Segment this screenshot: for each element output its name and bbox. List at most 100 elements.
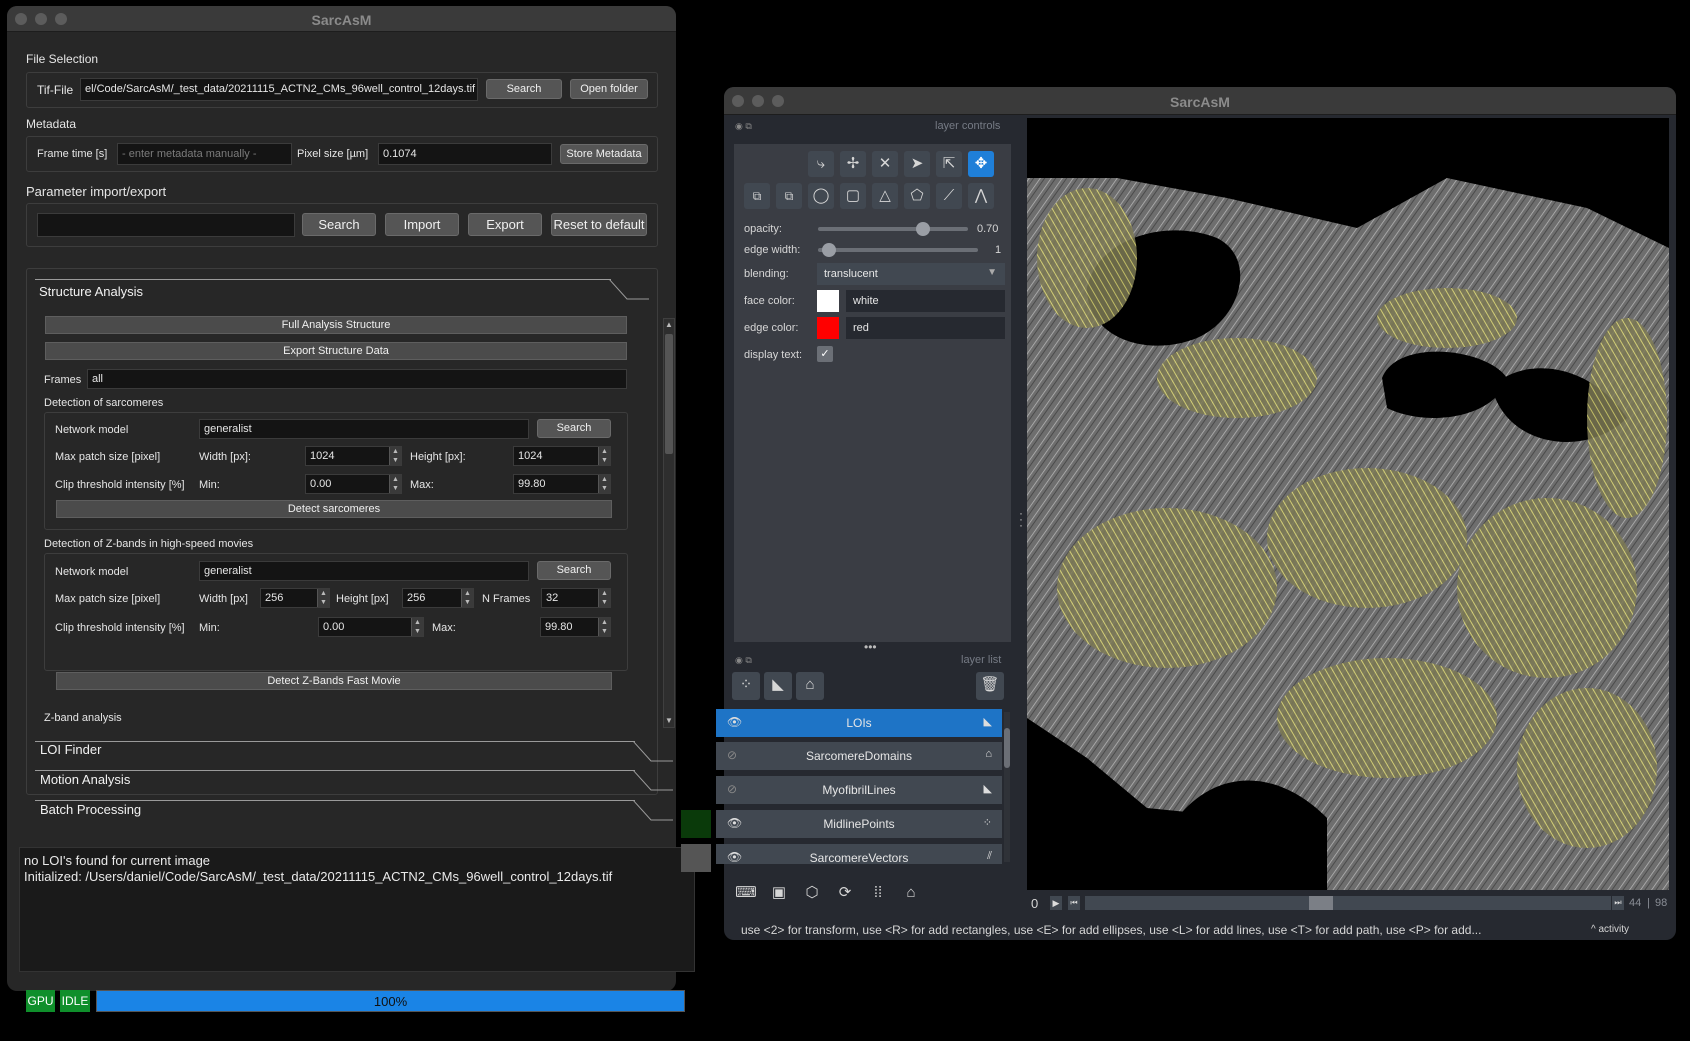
detect-sarcomeres-button[interactable]: Detect sarcomeres xyxy=(56,500,612,518)
console-icon[interactable]: ⌨ xyxy=(732,880,760,908)
move-back-icon[interactable]: ⧉ xyxy=(744,183,770,209)
remove-point-select-icon[interactable]: ⤷ xyxy=(808,151,834,177)
edge-width-slider[interactable] xyxy=(818,248,978,252)
move-front-icon[interactable]: ⧉ xyxy=(776,183,802,209)
path-icon[interactable]: ⋀ xyxy=(968,183,994,209)
home-icon[interactable]: ⌂ xyxy=(897,880,925,908)
ndisplay-2d-icon[interactable]: ▣ xyxy=(765,880,793,908)
spin-arrows-icon[interactable]: ▲ ▼ xyxy=(317,589,329,607)
layer-item-myofibril-lines[interactable]: ⊘ MyofibrilLines ◣ xyxy=(716,776,1002,804)
z-min-spinbox[interactable]: 0.00 ▲ ▼ xyxy=(318,617,424,637)
polygon-icon[interactable]: ⬠ xyxy=(904,183,930,209)
edge-color-input[interactable]: red xyxy=(846,317,1005,339)
layer-item-sarcomere-vectors[interactable]: 👁 SarcomereVectors ⫽ xyxy=(716,844,1002,865)
param-import-button[interactable]: Import xyxy=(385,213,459,236)
z-network-model-input[interactable]: generalist xyxy=(199,561,529,581)
frame-slider-handle[interactable] xyxy=(1309,896,1334,910)
face-color-swatch[interactable] xyxy=(817,290,839,312)
image-canvas[interactable] xyxy=(1027,118,1669,890)
spin-arrows-icon[interactable]: ▲ ▼ xyxy=(598,589,610,607)
frame-slider[interactable] xyxy=(1085,896,1611,910)
param-search-button[interactable]: Search xyxy=(302,213,376,236)
ellipse-icon[interactable]: ◯ xyxy=(808,183,834,209)
triangle-icon[interactable]: △ xyxy=(872,183,898,209)
layer-item-midline-points[interactable]: 👁 MidlinePoints ⁘ xyxy=(716,810,1002,838)
export-structure-data-button[interactable]: Export Structure Data xyxy=(45,342,627,360)
face-color-input[interactable]: white xyxy=(846,290,1005,312)
spin-arrows-icon[interactable]: ▲ ▼ xyxy=(461,589,473,607)
z-max-spinbox[interactable]: 99.80 ▲ ▼ xyxy=(540,617,611,637)
frames-input[interactable]: all xyxy=(87,369,627,389)
dock-float-icon[interactable]: ◉ ⧉ xyxy=(735,121,752,132)
spin-arrows-icon[interactable]: ▲ ▼ xyxy=(598,475,610,493)
min-spinbox[interactable]: 0.00 ▲ ▼ xyxy=(305,474,402,494)
layer-list-dock-icon[interactable]: ◉ ⧉ xyxy=(735,655,752,666)
max-spinbox[interactable]: 99.80 ▲ ▼ xyxy=(513,474,611,494)
layer-item-lois[interactable]: 👁 LOIs ◣ xyxy=(716,709,1002,737)
dock-resize-handle-icon[interactable]: ••• xyxy=(864,640,877,654)
structure-analysis-header[interactable]: Structure Analysis xyxy=(39,284,143,299)
new-shapes-layer-icon[interactable]: ◣ xyxy=(764,672,792,700)
z-width-spinbox[interactable]: 256 ▲ ▼ xyxy=(260,588,330,608)
display-text-checkbox[interactable]: ✓ xyxy=(817,346,833,362)
scroll-thumb[interactable] xyxy=(665,334,673,454)
opacity-slider[interactable] xyxy=(818,227,968,231)
parameter-file-input[interactable] xyxy=(37,213,295,237)
new-points-layer-icon[interactable]: ⁘ xyxy=(732,672,760,700)
tif-file-input[interactable]: el/Code/SarcAsM/_test_data/20211115_ACTN… xyxy=(80,78,478,101)
layer-item-sarcomere-domains[interactable]: ⊘ SarcomereDomains ⌂ xyxy=(716,742,1002,770)
spin-arrows-icon[interactable]: ▲ ▼ xyxy=(598,618,610,636)
rectangle-icon[interactable]: ▢ xyxy=(840,183,866,209)
step-forward-icon[interactable]: ⏭ xyxy=(1612,896,1624,910)
loi-finder-header[interactable]: LOI Finder xyxy=(40,742,101,757)
open-folder-button[interactable]: Open folder xyxy=(570,79,648,99)
layer-list-scroll-thumb[interactable] xyxy=(1004,728,1010,768)
spin-arrows-icon[interactable]: ▲ ▼ xyxy=(598,447,610,465)
activity-button[interactable]: ^ activity xyxy=(1591,924,1629,935)
direct-select-icon[interactable]: ➤ xyxy=(904,151,930,177)
file-search-button[interactable]: Search xyxy=(486,79,562,99)
play-icon[interactable]: ▶ xyxy=(1050,896,1062,910)
pan-zoom-icon[interactable]: ✥ xyxy=(968,151,994,177)
add-vertex-icon[interactable]: ✢ xyxy=(840,151,866,177)
batch-tab-line xyxy=(35,800,635,801)
edge-color-swatch[interactable] xyxy=(817,317,839,339)
scroll-down-arrow-icon[interactable]: ▼ xyxy=(663,716,675,725)
scroll-up-arrow-icon[interactable]: ▲ xyxy=(663,320,675,329)
batch-processing-header[interactable]: Batch Processing xyxy=(40,802,141,817)
store-metadata-button[interactable]: Store Metadata xyxy=(560,144,648,164)
spin-arrows-icon[interactable]: ▲ ▼ xyxy=(411,618,423,636)
z-height-spinbox[interactable]: 256 ▲ ▼ xyxy=(402,588,474,608)
spin-arrows-icon[interactable]: ▲ ▼ xyxy=(389,447,401,465)
grid-view-icon[interactable]: ⁞⁞ xyxy=(864,880,892,908)
motion-analysis-header[interactable]: Motion Analysis xyxy=(40,772,130,787)
z-network-model-search-button[interactable]: Search xyxy=(537,561,611,580)
reset-default-button[interactable]: Reset to default xyxy=(551,213,647,236)
z-nframes-spinbox[interactable]: 32 ▲ ▼ xyxy=(541,588,611,608)
network-model-search-button[interactable]: Search xyxy=(537,419,611,438)
step-back-icon[interactable]: ⏮ xyxy=(1068,896,1080,910)
delete-shape-icon[interactable]: ✕ xyxy=(872,151,898,177)
3d-view-icon[interactable]: ⬡ xyxy=(798,880,826,908)
network-model-input[interactable]: generalist xyxy=(199,419,529,439)
log-output[interactable]: no LOI's found for current image Initial… xyxy=(19,847,695,972)
blending-select[interactable]: translucent ▼ xyxy=(817,263,1005,285)
frame-time-input[interactable]: - enter metadata manually - xyxy=(117,143,292,165)
new-labels-layer-icon[interactable]: ⌂ xyxy=(796,672,824,700)
height-spinbox[interactable]: 1024 ▲ ▼ xyxy=(513,446,611,466)
delete-layer-icon[interactable]: 🗑 xyxy=(976,672,1004,700)
pixel-size-input[interactable]: 0.1074 xyxy=(378,143,552,165)
spin-arrows-icon[interactable]: ▲ ▼ xyxy=(389,475,401,493)
pixel-size-label: Pixel size [µm] xyxy=(297,148,369,160)
detect-zbands-fast-movie-button[interactable]: Detect Z-Bands Fast Movie xyxy=(56,672,612,690)
frame-separator: | xyxy=(1647,897,1650,909)
width-spinbox[interactable]: 1024 ▲ ▼ xyxy=(305,446,402,466)
select-vertices-icon[interactable]: ⇱ xyxy=(936,151,962,177)
full-analysis-structure-button[interactable]: Full Analysis Structure xyxy=(45,316,627,334)
canvas-resize-handle-icon[interactable]: · · · xyxy=(1019,507,1023,531)
param-export-button[interactable]: Export xyxy=(468,213,542,236)
opacity-slider-handle[interactable] xyxy=(916,222,930,236)
line-icon[interactable]: ⟋ xyxy=(936,183,962,209)
edge-width-slider-handle[interactable] xyxy=(822,243,836,257)
roll-dims-icon[interactable]: ⟳ xyxy=(831,880,859,908)
